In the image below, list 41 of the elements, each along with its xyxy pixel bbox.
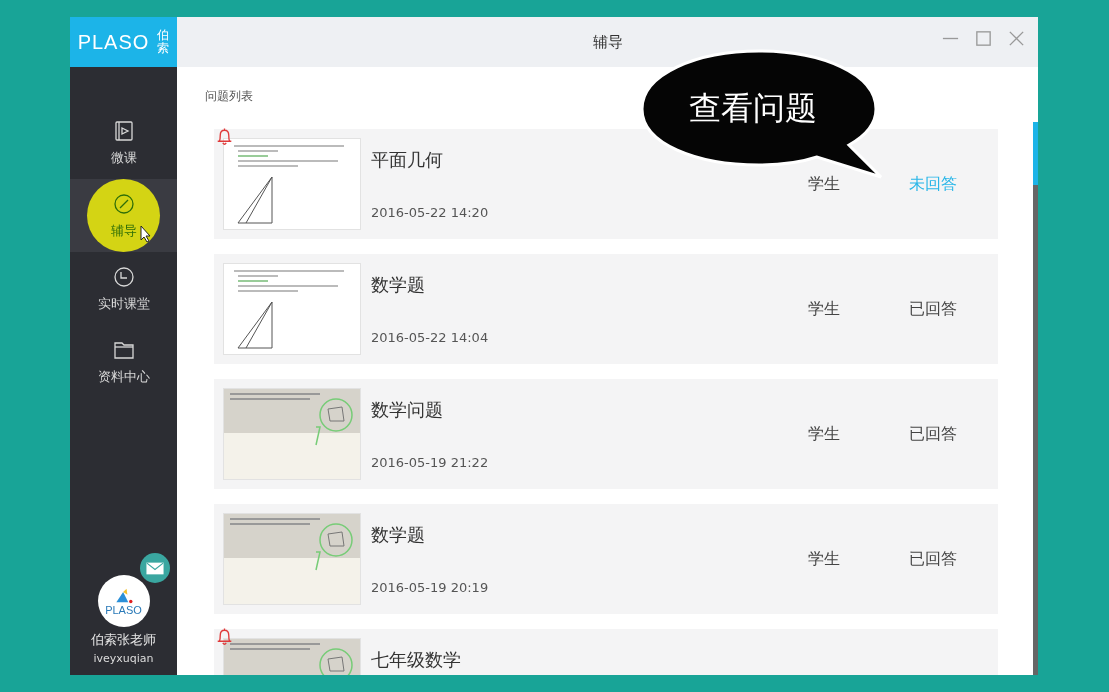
answer-status: 未回答	[909, 173, 957, 195]
logo-chinese: 伯索	[157, 28, 170, 56]
asker-label: 学生	[808, 548, 840, 570]
scrollbar[interactable]	[1033, 122, 1038, 675]
close-icon[interactable]	[1007, 29, 1026, 48]
question-date: 2016-05-19 20:19	[371, 580, 490, 595]
avatar[interactable]: PLASO	[97, 575, 150, 627]
mail-badge[interactable]	[139, 553, 170, 583]
user-name: 伯索张老师	[91, 631, 156, 649]
question-card[interactable]: 数学问题 2016-05-19 21:22 学生 已回答	[214, 379, 998, 489]
answer-status: 已回答	[909, 423, 957, 445]
section-title: 问题列表	[205, 88, 253, 105]
question-card[interactable]: 平面几何 2016-05-22 14:20 学生 未回答	[214, 129, 998, 239]
question-date: 2016-05-22 14:04	[371, 330, 490, 345]
question-card[interactable]: 七年级数学	[214, 629, 998, 675]
question-title: 平面几何	[371, 148, 444, 172]
callout-text: 查看问题	[689, 88, 817, 129]
clock-icon	[111, 264, 136, 289]
answer-status: 已回答	[909, 548, 957, 570]
nav-item[interactable]: 微课	[70, 106, 177, 179]
cursor-icon	[140, 225, 152, 243]
question-title: 数学题	[371, 523, 426, 547]
window-title: 辅导	[592, 32, 623, 52]
question-title: 七年级数学	[371, 648, 462, 672]
avatar-text: PLASO	[105, 603, 142, 616]
user-handle: iveyxuqian	[93, 652, 154, 665]
asker-label: 学生	[808, 173, 840, 195]
nav-item[interactable]: 实时课堂	[70, 252, 177, 325]
asker-label: 学生	[808, 423, 840, 445]
question-date: 2016-05-22 14:20	[371, 205, 490, 220]
question-card[interactable]: 数学题 2016-05-19 20:19 学生 已回答	[214, 504, 998, 614]
maximize-icon[interactable]	[974, 29, 993, 48]
answer-status: 已回答	[909, 298, 957, 320]
asker-label: 学生	[808, 298, 840, 320]
logo-wordmark: PLASO	[77, 30, 150, 54]
question-title: 数学问题	[371, 398, 444, 422]
question-title: 数学题	[371, 273, 426, 297]
nav-item[interactable]: 辅导	[70, 179, 177, 252]
question-date: 2016-05-19 21:22	[371, 455, 490, 470]
nav-item[interactable]: 资料中心	[70, 325, 177, 398]
question-card[interactable]: 数学题 2016-05-22 14:04 学生 已回答	[214, 254, 998, 364]
